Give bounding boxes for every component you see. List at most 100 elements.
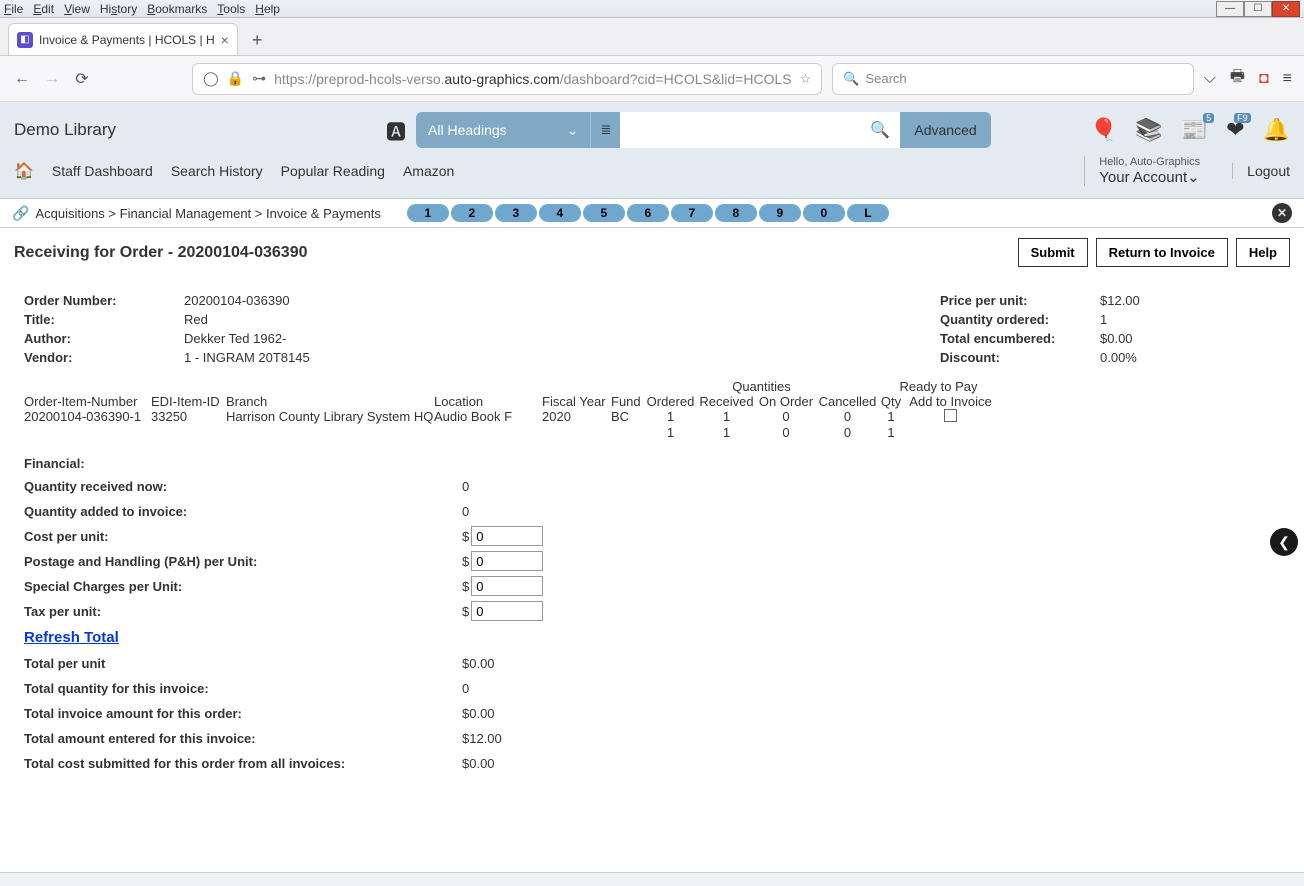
menu-view[interactable]: View — [64, 2, 90, 16]
pill-8[interactable]: 8 — [715, 204, 757, 222]
label-title: Title: — [24, 312, 184, 327]
breadcrumb: Acquisitions > Financial Management > In… — [35, 206, 380, 221]
cell-qty: 1 — [879, 425, 903, 440]
breadcrumb-row: 🔗 Acquisitions > Financial Management > … — [0, 198, 1304, 228]
balloon-icon[interactable]: 🎈 — [1090, 117, 1117, 143]
translate-icon[interactable]: 🅰 — [386, 116, 406, 145]
pill-7[interactable]: 7 — [671, 204, 713, 222]
window-chrome: File Edit View History Bookmarks Tools H… — [0, 0, 1304, 18]
window-close[interactable]: ✕ — [1272, 1, 1300, 17]
print-icon[interactable]: 🖶 — [1230, 65, 1245, 92]
nav-amazon[interactable]: Amazon — [403, 163, 454, 179]
pill-0[interactable]: 0 — [803, 204, 845, 222]
pocket-icon[interactable]: ◘ — [1259, 70, 1269, 88]
bookmark-star-icon[interactable]: ☆ — [800, 71, 812, 87]
crumb-invoice[interactable]: Invoice & Payments — [266, 206, 381, 221]
cell-fy — [542, 425, 611, 440]
value-encumbered: $0.00 — [1100, 331, 1133, 346]
cell-received: 1 — [697, 425, 756, 440]
catalog-search-button[interactable]: 🔍 — [860, 112, 900, 148]
favorites-icon[interactable]: ❤F9 — [1226, 117, 1244, 143]
account-block[interactable]: Hello, Auto-Graphics Your Account⌄ — [1084, 156, 1200, 186]
cell-loc — [434, 425, 542, 440]
pill-3[interactable]: 3 — [495, 204, 537, 222]
crumb-financial[interactable]: Financial Management — [120, 206, 252, 221]
cell-onorder: 0 — [756, 425, 816, 440]
window-minimize[interactable]: — — [1216, 1, 1244, 17]
back-button[interactable]: ← — [12, 70, 32, 88]
reload-button[interactable]: ⟳ — [72, 69, 92, 89]
order-details: Order Number:20200104-036390 Title:Red A… — [0, 277, 1304, 375]
help-button[interactable]: Help — [1236, 238, 1290, 267]
col-order: Order-Item-Number — [24, 394, 151, 409]
label-discount: Discount: — [940, 350, 1100, 365]
nav-search-history[interactable]: Search History — [171, 163, 263, 179]
menu-file[interactable]: File — [4, 2, 23, 16]
cell-cancelled: 0 — [816, 409, 879, 425]
logout-link[interactable]: Logout — [1232, 163, 1290, 179]
menu-bookmarks[interactable]: Bookmarks — [147, 2, 207, 16]
label-qty-added: Quantity added to invoice: — [24, 504, 462, 519]
nav-popular-reading[interactable]: Popular Reading — [281, 163, 385, 179]
label-cost-unit: Cost per unit: — [24, 529, 462, 544]
pocket-save-icon[interactable]: ⌵ — [1204, 70, 1216, 88]
col-branch: Branch — [226, 394, 434, 409]
super-quantities: Quantities — [644, 379, 879, 394]
value-total-inv-order: $0.00 — [462, 706, 495, 721]
col-edi: EDI-Item-ID — [151, 394, 226, 409]
cell-branch — [226, 425, 434, 440]
url-field[interactable]: ◯ 🔒 ⊶ https://preprod-hcols-verso.auto-g… — [192, 63, 822, 95]
link-icon: 🔗 — [12, 205, 29, 222]
advanced-search-button[interactable]: Advanced — [900, 112, 990, 148]
tax-per-unit-input[interactable] — [471, 601, 543, 621]
ph-per-unit-input[interactable] — [471, 551, 543, 571]
cell-cancelled: 0 — [816, 425, 879, 440]
menu-help[interactable]: Help — [255, 2, 280, 16]
browser-tab[interactable]: ◧ Invoice & Payments | HCOLS | H × — [8, 23, 238, 55]
value-discount: 0.00% — [1100, 350, 1137, 365]
side-drawer-toggle[interactable]: ❮ — [1270, 528, 1298, 556]
add-to-invoice-checkbox[interactable] — [944, 409, 957, 422]
submit-button[interactable]: Submit — [1018, 238, 1088, 267]
forward-button[interactable]: → — [42, 70, 62, 88]
pill-4[interactable]: 4 — [539, 204, 581, 222]
cell-fy: 2020 — [542, 409, 611, 425]
pill-2[interactable]: 2 — [451, 204, 493, 222]
chevron-down-icon: ⌄ — [1187, 169, 1200, 186]
library-name: Demo Library — [14, 120, 116, 140]
catalog-search-input[interactable] — [620, 112, 860, 148]
menu-tools[interactable]: Tools — [217, 2, 245, 16]
cell-fund — [611, 425, 644, 440]
tab-close-icon[interactable]: × — [221, 32, 229, 48]
pill-9[interactable]: 9 — [759, 204, 801, 222]
menu-edit[interactable]: Edit — [33, 2, 54, 16]
crumb-acquisitions[interactable]: Acquisitions — [35, 206, 104, 221]
special-per-unit-input[interactable] — [471, 576, 543, 596]
value-total-unit: $0.00 — [462, 656, 495, 671]
return-invoice-button[interactable]: Return to Invoice — [1096, 238, 1228, 267]
barcode-icon[interactable]: 📚 — [1135, 117, 1162, 143]
pill-6[interactable]: 6 — [627, 204, 669, 222]
app-menu-icon[interactable]: ≡ — [1283, 70, 1292, 88]
col-cancelled: Cancelled — [816, 394, 879, 409]
lock-icon: 🔒 — [227, 70, 244, 87]
search-icon: 🔍 — [843, 71, 859, 87]
new-tab-button[interactable]: + — [244, 26, 271, 55]
database-icon[interactable]: ≣ — [590, 112, 620, 148]
notifications-icon[interactable]: 🔔 — [1263, 117, 1290, 143]
pill-1[interactable]: 1 — [407, 204, 449, 222]
window-maximize[interactable]: ☐ — [1244, 1, 1272, 17]
browser-search[interactable]: 🔍 Search — [832, 63, 1193, 95]
headings-select[interactable]: All Headings ⌄ — [416, 112, 590, 148]
news-icon[interactable]: 📰5 — [1181, 117, 1208, 143]
cell-ordered: 1 — [644, 409, 697, 425]
value-total-qty: 0 — [462, 681, 469, 696]
close-panel-icon[interactable]: ✕ — [1272, 203, 1292, 223]
refresh-total-link[interactable]: Refresh Total — [24, 629, 119, 646]
menu-history[interactable]: History — [100, 2, 137, 16]
pill-5[interactable]: 5 — [583, 204, 625, 222]
nav-staff-dashboard[interactable]: Staff Dashboard — [52, 163, 153, 179]
cost-per-unit-input[interactable] — [471, 526, 543, 546]
pill-L[interactable]: L — [847, 204, 889, 222]
home-icon[interactable]: 🏠 — [14, 161, 34, 181]
